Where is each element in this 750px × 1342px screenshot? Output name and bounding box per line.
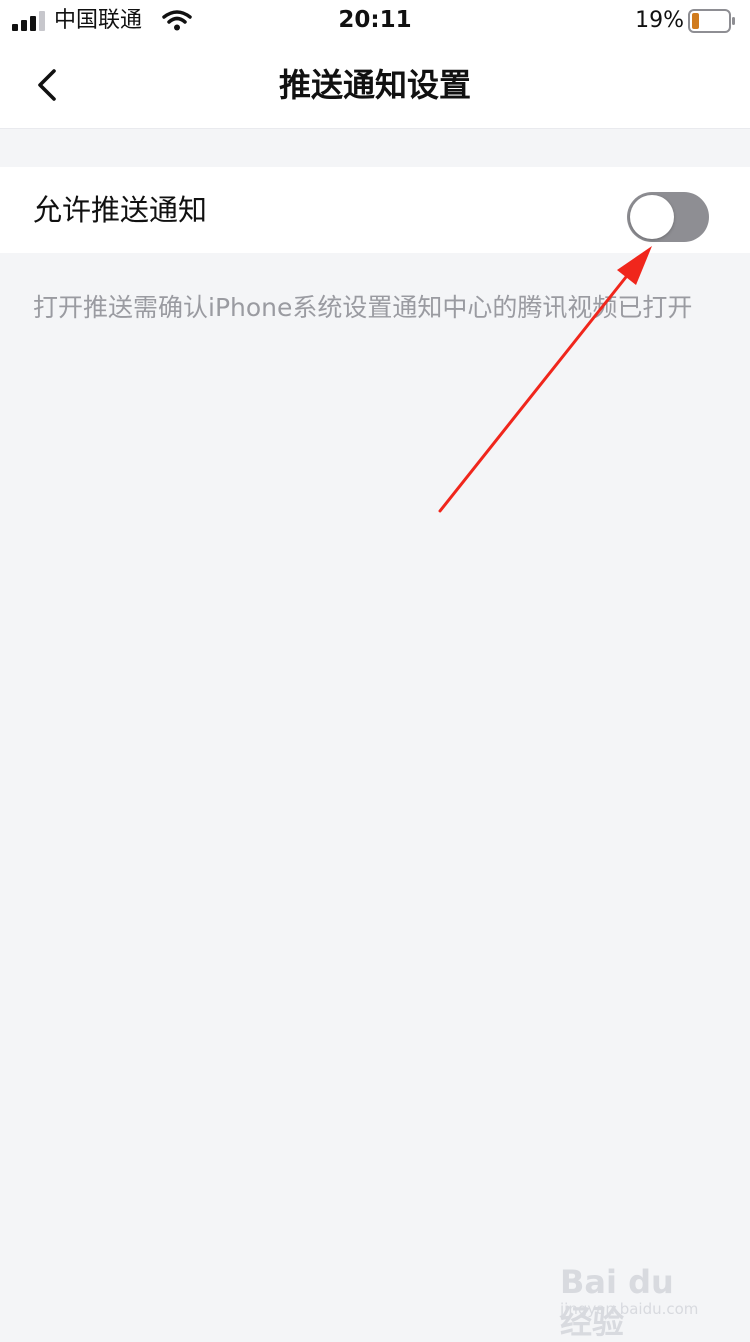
watermark-logo: Bai du 经验 xyxy=(560,1263,674,1341)
status-bar: 中国联通 20:11 19% xyxy=(0,0,750,42)
toggle-knob xyxy=(630,195,674,239)
navigation-bar: 推送通知设置 xyxy=(0,42,750,129)
battery-level-fill xyxy=(692,13,699,29)
battery-percent: 19% xyxy=(635,8,684,33)
page-title: 推送通知设置 xyxy=(278,66,471,104)
setting-label: 允许推送通知 xyxy=(33,193,208,227)
allow-push-toggle[interactable] xyxy=(627,192,709,242)
battery-icon xyxy=(688,9,735,33)
watermark: Bai du 经验 jingyan.baidu.com xyxy=(560,1262,710,1341)
hint-text: 打开推送需确认iPhone系统设置通知中心的腾讯视频已打开 xyxy=(33,293,693,322)
back-button[interactable] xyxy=(22,60,72,110)
chevron-left-icon xyxy=(38,69,56,101)
watermark-sub: jingyan.baidu.com xyxy=(560,1300,699,1318)
